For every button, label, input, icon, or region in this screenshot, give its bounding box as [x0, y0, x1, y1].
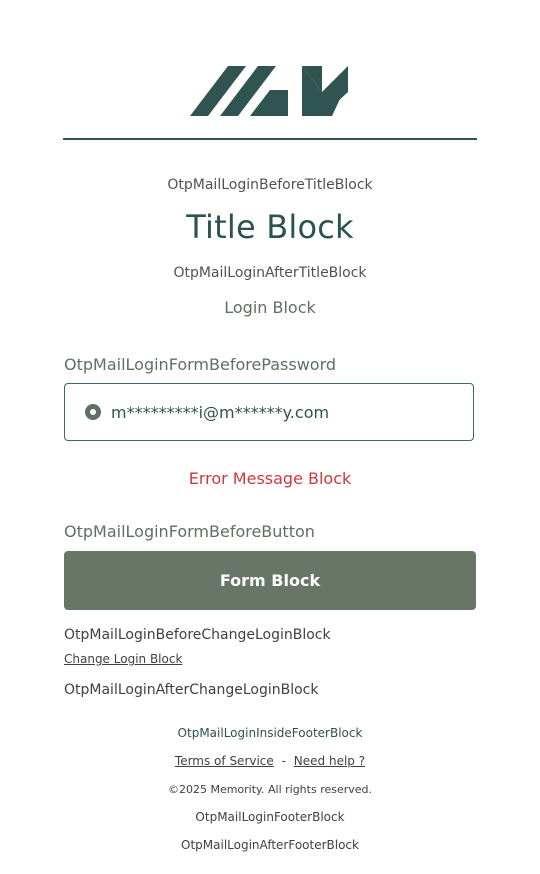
- header-divider: [63, 138, 477, 140]
- change-login-link[interactable]: Change Login Block: [64, 652, 182, 666]
- memority-logo: [190, 66, 348, 116]
- after-footer-block: OtpMailLoginAfterFooterBlock: [181, 838, 359, 852]
- footer-links: Terms of Service - Need help ?: [0, 754, 540, 768]
- need-help-link[interactable]: Need help ?: [294, 754, 365, 768]
- submit-button[interactable]: Form Block: [64, 551, 476, 610]
- before-change-login-block: OtpMailLoginBeforeChangeLoginBlock: [64, 627, 331, 643]
- form-before-password: OtpMailLoginFormBeforePassword: [64, 355, 337, 374]
- login-block: Login Block: [224, 298, 316, 317]
- page-title: Title Block: [186, 208, 354, 246]
- copyright-text: ©2025 Memority. All rights reserved.: [167, 783, 373, 796]
- footer-inside-block: OtpMailLoginInsideFooterBlock: [177, 726, 363, 740]
- radio-selected-icon[interactable]: [85, 404, 101, 420]
- error-message: Error Message Block: [188, 469, 352, 488]
- footer-link-separator: -: [281, 754, 286, 768]
- before-title-block: OtpMailLoginBeforeTitleBlock: [167, 177, 373, 193]
- after-change-login-block: OtpMailLoginAfterChangeLoginBlock: [64, 682, 319, 698]
- terms-of-service-link[interactable]: Terms of Service: [175, 754, 274, 768]
- logo-container: [0, 62, 540, 118]
- email-radio-option[interactable]: m*********i@m******y.com: [64, 383, 474, 441]
- masked-email-label: m*********i@m******y.com: [111, 402, 330, 422]
- after-title-block: OtpMailLoginAfterTitleBlock: [173, 265, 367, 281]
- footer-block: OtpMailLoginFooterBlock: [195, 810, 345, 824]
- otp-mail-login-page: OtpMailLoginBeforeTitleBlock Title Block…: [0, 0, 540, 874]
- form-before-button: OtpMailLoginFormBeforeButton: [64, 522, 315, 541]
